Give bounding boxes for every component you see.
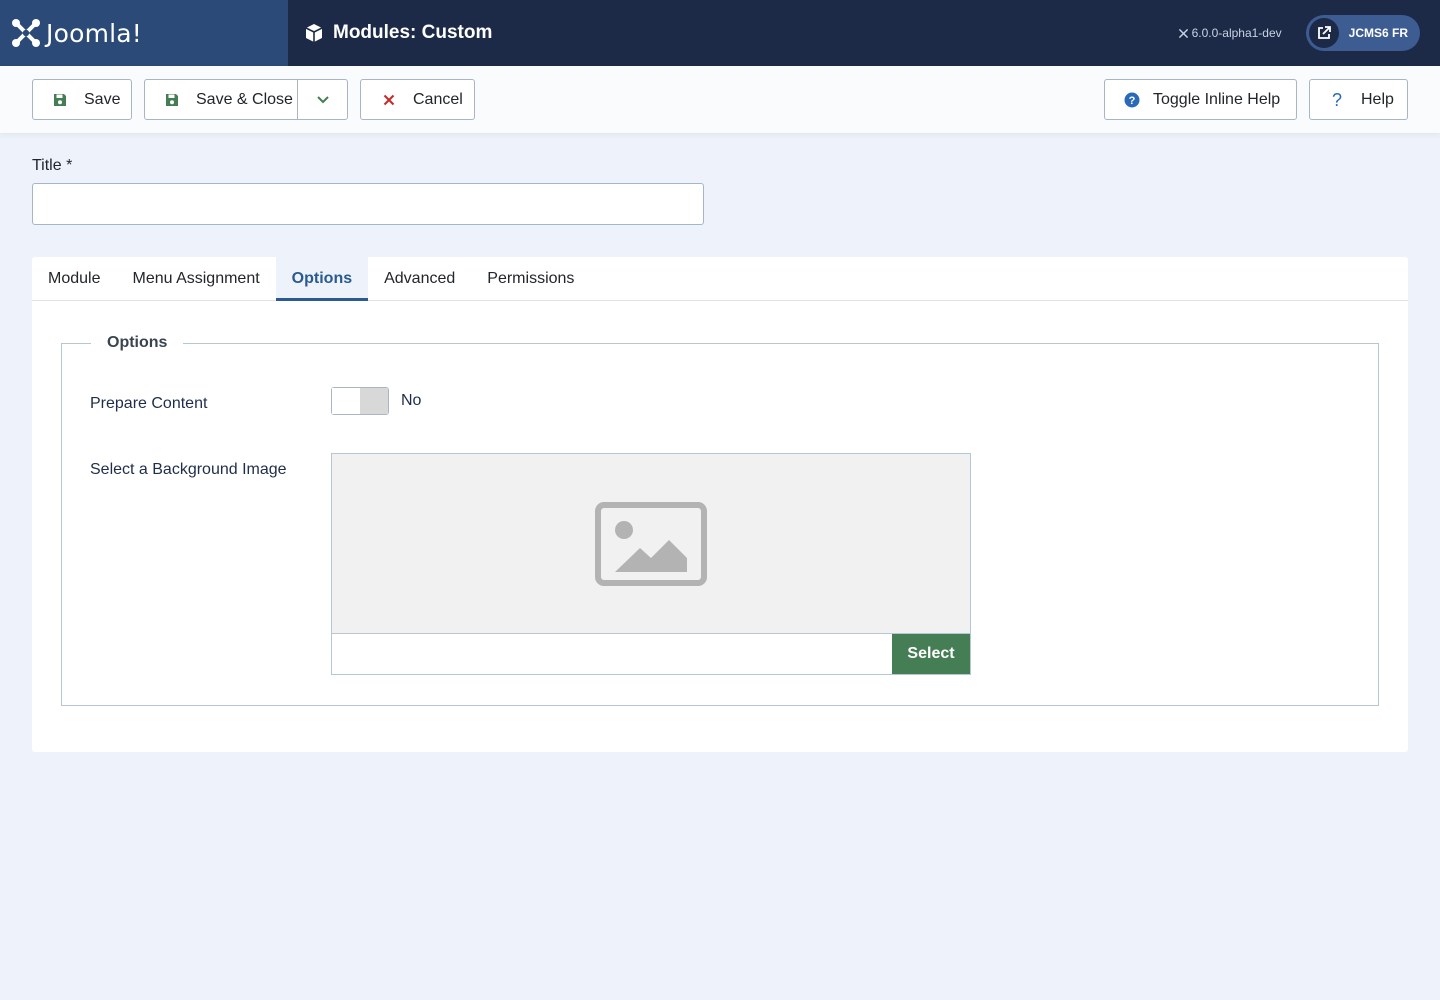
save-options-dropdown[interactable]	[298, 80, 347, 119]
brand[interactable]: Joomla!	[0, 0, 288, 66]
joomla-logo-icon	[12, 19, 40, 47]
module-edit-panel: Module Menu Assignment Options Advanced …	[32, 257, 1408, 752]
save-close-button[interactable]: Save & Close	[145, 80, 299, 119]
image-preview	[332, 454, 970, 634]
toggle-knob	[332, 388, 360, 414]
version-text: 6.0.0-alpha1-dev	[1191, 26, 1282, 40]
floppy-disk-icon	[52, 92, 68, 108]
cancel-button[interactable]: Cancel	[360, 79, 475, 120]
options-fieldset: Options Prepare Content No Select a Back…	[61, 334, 1379, 706]
close-icon	[381, 92, 397, 108]
site-button-label: JCMS6 FR	[1348, 26, 1408, 40]
tab-menu-assignment[interactable]: Menu Assignment	[116, 257, 275, 301]
options-legend: Options	[91, 334, 184, 352]
image-path-input[interactable]	[332, 634, 892, 674]
prepare-content-value: No	[401, 392, 422, 409]
prepare-content-label: Prepare Content	[90, 395, 208, 412]
save-close-label: Save & Close	[196, 90, 293, 108]
joomla-small-icon	[1178, 28, 1188, 38]
version-info: 6.0.0-alpha1-dev	[1178, 26, 1282, 40]
image-input-row: Select	[332, 634, 970, 674]
toolbar: Save Save & Close Cancel ? Toggle Inline…	[0, 66, 1440, 133]
background-image-label: Select a Background Image	[90, 461, 287, 478]
image-placeholder-icon	[595, 501, 707, 586]
page-title: Modules: Custom	[333, 22, 493, 43]
header-bar: Joomla! Modules: Custom 6.0.0-alpha1-dev…	[0, 0, 1440, 66]
cancel-button-label: Cancel	[413, 90, 463, 108]
save-button[interactable]: Save	[32, 79, 132, 120]
question-icon: ?	[1329, 91, 1345, 109]
tab-options[interactable]: Options	[275, 257, 369, 301]
background-image-field: Select	[331, 453, 971, 675]
title-label: Title *	[32, 157, 73, 174]
svg-text:?: ?	[1332, 91, 1342, 109]
toggle-inline-help-button[interactable]: ? Toggle Inline Help	[1104, 79, 1297, 120]
floppy-disk-icon	[164, 92, 180, 108]
page-title-wrap: Modules: Custom	[304, 22, 492, 44]
tab-bar: Module Menu Assignment Options Advanced …	[32, 257, 1408, 301]
svg-text:?: ?	[1129, 95, 1136, 107]
tab-permissions[interactable]: Permissions	[471, 257, 590, 301]
help-button-label: Help	[1361, 90, 1394, 108]
chevron-down-icon	[316, 95, 329, 103]
tab-module[interactable]: Module	[32, 257, 116, 301]
external-link-icon	[1308, 18, 1339, 48]
brand-text: Joomla!	[46, 18, 143, 48]
save-button-label: Save	[84, 90, 121, 108]
title-input[interactable]	[32, 183, 704, 225]
header-right: 6.0.0-alpha1-dev JCMS6 FR	[1178, 15, 1420, 51]
select-image-button[interactable]: Select	[892, 634, 970, 674]
site-button[interactable]: JCMS6 FR	[1305, 15, 1420, 51]
toggle-inline-help-label: Toggle Inline Help	[1153, 90, 1281, 108]
save-close-group: Save & Close	[144, 79, 348, 120]
tab-advanced[interactable]: Advanced	[368, 257, 471, 301]
cube-icon	[305, 24, 323, 42]
help-button[interactable]: ? Help	[1309, 79, 1408, 120]
prepare-content-toggle[interactable]	[331, 387, 389, 415]
toggle-track	[360, 388, 388, 414]
question-circle-icon: ?	[1124, 92, 1140, 108]
